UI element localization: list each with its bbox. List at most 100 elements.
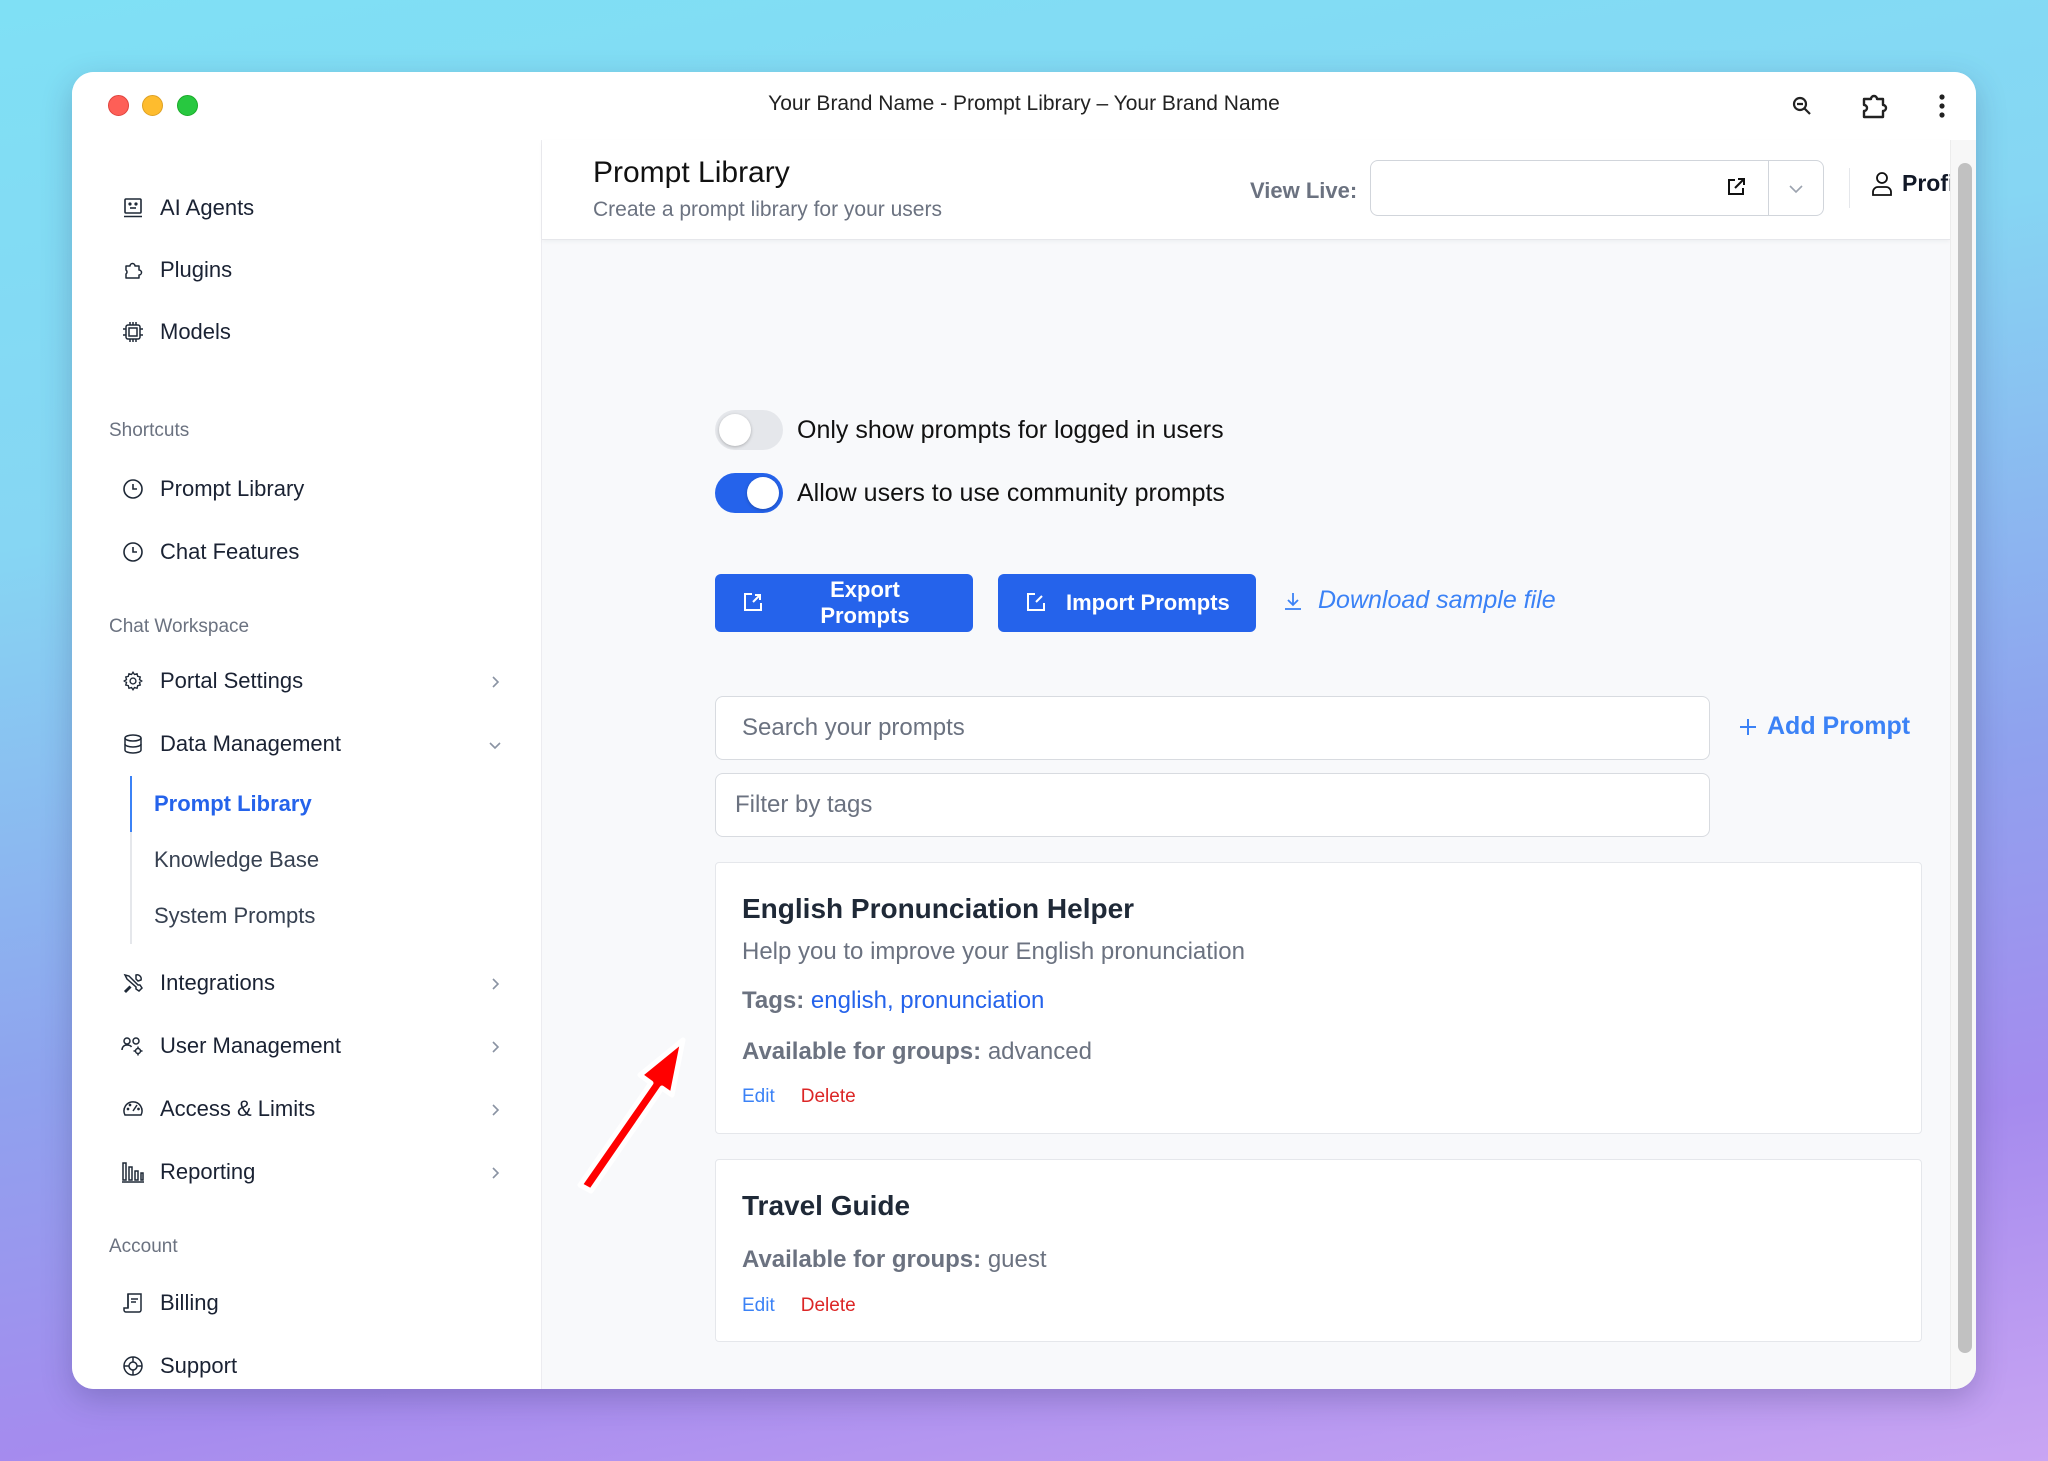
chevron-down-icon[interactable] [1785, 178, 1807, 200]
sidebar-item-billing[interactable]: Billing [120, 1283, 520, 1323]
view-live-label: View Live: [1250, 178, 1358, 203]
toggle-knob [719, 414, 751, 446]
database-icon [120, 731, 146, 757]
groups-value: advanced [987, 1038, 1092, 1065]
sidebar-item-label: Support [160, 1353, 238, 1378]
puzzle-icon [120, 257, 146, 283]
view-live-input[interactable] [1371, 161, 1763, 215]
toggle-label: Allow users to use community prompts [797, 478, 1225, 507]
sidebar-item-user-management[interactable]: User Management [120, 1026, 520, 1066]
page-header: Prompt Library Create a prompt library f… [542, 140, 1974, 240]
extensions-icon[interactable] [1858, 90, 1890, 122]
sidebar-item-models[interactable]: Models [120, 312, 520, 352]
sidebar-item-shortcut-chat-features[interactable]: Chat Features [120, 532, 520, 572]
page-title: Prompt Library [593, 156, 790, 189]
section-label-shortcuts: Shortcuts [109, 420, 190, 441]
sidebar-item-integrations[interactable]: Integrations [120, 963, 520, 1003]
download-sample-link[interactable]: Download sample file [1282, 586, 1556, 615]
sidebar-item-label: Data Management [160, 731, 341, 756]
prompt-groups: Available for groups: guest [742, 1246, 1047, 1274]
sidebar-item-ai-agents[interactable]: AI Agents [120, 188, 520, 228]
sidebar-item-access-limits[interactable]: Access & Limits [120, 1089, 520, 1129]
download-icon [1282, 590, 1304, 612]
sidebar-item-reporting[interactable]: Reporting [120, 1152, 520, 1192]
page-subtitle: Create a prompt library for your users [593, 198, 942, 221]
sidebar-item-shortcut-prompt-library[interactable]: Prompt Library [120, 469, 520, 509]
chip-icon [120, 319, 146, 345]
sidebar-item-label: Plugins [160, 257, 233, 282]
sidebar-subitem-knowledge-base[interactable]: Knowledge Base [154, 847, 319, 873]
prompt-card: Travel Guide Available for groups: guest… [715, 1159, 1922, 1342]
edit-prompt-button[interactable]: Edit [742, 1086, 775, 1108]
groups-label: Available for groups: [742, 1038, 982, 1065]
sidebar-item-label: User Management [160, 1033, 341, 1058]
chevron-down-icon [486, 734, 504, 752]
tags-label: Tags: [742, 987, 805, 1014]
delete-prompt-button[interactable]: Delete [801, 1086, 856, 1108]
robot-icon [120, 195, 146, 221]
delete-prompt-button[interactable]: Delete [801, 1295, 856, 1317]
chevron-right-icon [486, 973, 504, 991]
user-icon [1870, 171, 1896, 197]
logged-in-only-toggle[interactable] [715, 410, 783, 450]
chevron-right-icon [486, 1162, 504, 1180]
select-divider [1768, 161, 1769, 215]
download-label: Download sample file [1318, 586, 1556, 614]
import-icon [1024, 591, 1048, 615]
sidebar-item-support[interactable]: Support [120, 1346, 520, 1386]
add-prompt-button[interactable]: Add Prompt [1737, 712, 1910, 741]
groups-value: guest [987, 1246, 1047, 1273]
chevron-right-icon [486, 1099, 504, 1117]
edit-prompt-button[interactable]: Edit [742, 1295, 775, 1317]
prompt-card: English Pronunciation Helper Help you to… [715, 862, 1922, 1134]
section-label-account: Account [109, 1236, 178, 1257]
section-label-chat-workspace: Chat Workspace [109, 616, 250, 637]
users-gear-icon [120, 1033, 146, 1059]
community-prompts-toggle[interactable] [715, 473, 783, 513]
window-title: Your Brand Name - Prompt Library – Your … [768, 92, 1280, 115]
sidebar-item-label: Chat Features [160, 539, 300, 564]
receipt-icon [120, 1290, 146, 1316]
submenu-active-indicator [130, 776, 132, 832]
prompt-tags: Tags: english, pronunciation [742, 987, 1044, 1015]
external-link-icon[interactable] [1725, 176, 1749, 200]
prompt-actions: Edit Delete [742, 1086, 856, 1108]
toggle-row-logged-in: Only show prompts for logged in users [715, 410, 1224, 450]
sidebar-item-label: Models [160, 319, 231, 344]
sidebar-subitem-prompt-library[interactable]: Prompt Library [154, 791, 312, 817]
prompt-groups: Available for groups: advanced [742, 1038, 1092, 1066]
lifebuoy-icon [120, 1353, 146, 1379]
sidebar-item-portal-settings[interactable]: Portal Settings [120, 661, 520, 701]
zoom-out-icon[interactable] [1786, 90, 1818, 122]
prompt-actions: Edit Delete [742, 1295, 856, 1317]
prompt-title: Travel Guide [742, 1190, 911, 1221]
search-prompts-input[interactable] [715, 696, 1710, 760]
sidebar-item-label: Integrations [160, 970, 275, 995]
clock-icon [120, 476, 146, 502]
clock-icon [120, 539, 146, 565]
sidebar-item-label: Prompt Library [160, 476, 305, 501]
import-prompts-button[interactable]: Import Prompts [998, 574, 1256, 632]
prompt-title: English Pronunciation Helper [742, 893, 1135, 924]
gear-icon [120, 668, 146, 694]
header-divider [1849, 168, 1850, 208]
sidebar-item-plugins[interactable]: Plugins [120, 250, 520, 290]
prompt-description: Help you to improve your English pronunc… [742, 938, 1245, 965]
external-link-icon [741, 591, 765, 615]
sidebar-item-label: Access & Limits [160, 1096, 316, 1121]
export-prompts-button[interactable]: Export Prompts [715, 574, 973, 632]
title-bar: Your Brand Name - Prompt Library – Your … [72, 72, 1976, 140]
more-vert-icon[interactable] [1926, 90, 1958, 122]
import-label: Import Prompts [1066, 590, 1230, 615]
toggle-row-community: Allow users to use community prompts [715, 473, 1225, 513]
scrollbar[interactable] [1950, 140, 1976, 1389]
sidebar-subitem-system-prompts[interactable]: System Prompts [154, 903, 315, 929]
sidebar-item-data-management[interactable]: Data Management [120, 724, 520, 764]
view-live-select [1370, 160, 1824, 216]
chevron-right-icon [486, 1036, 504, 1054]
toggle-label: Only show prompts for logged in users [797, 415, 1224, 444]
browser-window: Your Brand Name - Prompt Library – Your … [72, 72, 1976, 1389]
chevron-right-icon [486, 671, 504, 689]
scrollbar-thumb[interactable] [1958, 163, 1972, 1353]
filter-tags-input[interactable] [715, 773, 1710, 837]
